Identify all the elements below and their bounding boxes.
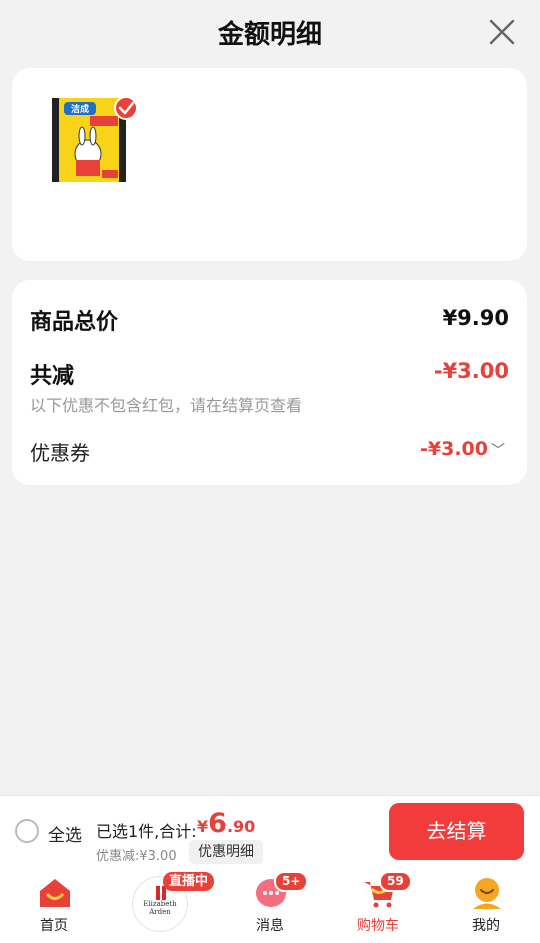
tab-profile[interactable]: 我的 (432, 868, 540, 943)
live-badge: 直播中 (163, 872, 215, 891)
profile-icon (473, 878, 501, 909)
total-price-value: ¥9.90 (442, 306, 509, 330)
discount-detail-button[interactable]: 优惠明细 (189, 840, 263, 864)
tab-cart[interactable]: 59 购物车 (324, 868, 432, 943)
tab-label: 我的 (472, 918, 500, 934)
select-all-label[interactable]: 全选 (48, 821, 82, 846)
cart-badge: 59 (379, 871, 412, 892)
tab-label: 首页 (40, 918, 68, 934)
page-title: 金额明细 (217, 20, 322, 50)
reduction-label: 共减 (30, 364, 75, 389)
discount-note: 以下优惠不包含红包，请在结算页查看 (30, 396, 303, 415)
selected-count-text: 已选1件,合计: (96, 822, 197, 841)
checkout-bar: 全选 已选1件,合计: ¥6.90 优惠减:¥3.00 优惠明细 去结算 (0, 795, 540, 868)
bottom-tab-bar: 首页 Elizabeth Arden 直播中 5+ 消息 59 购物车 我的 (0, 868, 540, 943)
checkout-button[interactable]: 去结算 (389, 803, 524, 860)
header: 金额明细 (0, 0, 540, 64)
tab-label: 消息 (256, 918, 284, 934)
chevron-down-icon: ﹀ (491, 443, 505, 459)
close-icon[interactable] (486, 16, 518, 48)
package-brand-text: 洁成 (71, 103, 89, 115)
coupon-label: 优惠券 (30, 441, 90, 465)
tab-label: 购物车 (357, 918, 399, 934)
tab-home[interactable]: 首页 (0, 868, 108, 943)
live-brand-text: Elizabeth Arden (143, 900, 177, 916)
message-badge: 5+ (274, 871, 309, 892)
coupon-value[interactable]: -¥3.00 ﹀ (420, 438, 505, 460)
tab-messages[interactable]: 5+ 消息 (216, 868, 324, 943)
product-card: 洁成 ¥6.9 x1 (12, 68, 527, 304)
reduction-value: -¥3.00 (433, 359, 509, 383)
discount-text: 优惠减:¥3.00 (96, 849, 177, 864)
price-summary-card: 商品总价 ¥9.90 共减 -¥3.00 以下优惠不包含红包，请在结算页查看 优… (12, 280, 527, 485)
total-price-label: 商品总价 (30, 310, 119, 335)
checkout-total: ¥6.90 (197, 808, 256, 839)
select-all-checkbox[interactable] (15, 819, 39, 843)
trash-bag-product-image[interactable]: 洁成 (50, 94, 144, 186)
tab-live[interactable]: Elizabeth Arden 直播中 (108, 868, 216, 943)
home-icon (40, 879, 70, 907)
